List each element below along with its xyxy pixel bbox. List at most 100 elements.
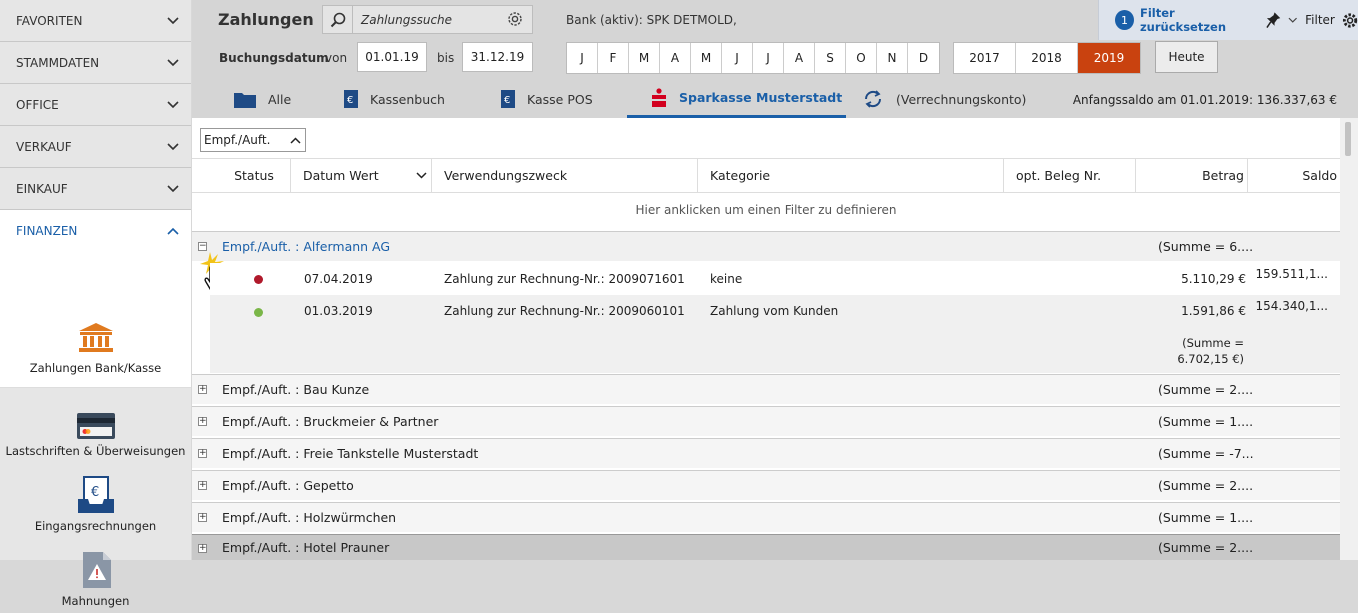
filter-count-badge: 1 [1115,10,1134,30]
month-button[interactable]: S [815,43,846,73]
chevron-down-icon [167,16,179,24]
year-button-2019[interactable]: 2019 [1078,43,1140,73]
expand-icon[interactable]: + [198,449,207,458]
date-filter-label: Buchungsdatum [219,51,329,65]
svg-text:€: € [347,95,353,106]
sidebar-tile-zahlungen[interactable]: Zahlungen Bank/Kasse [0,252,191,388]
group-name: Empf./Auft. : Freie Tankstelle Mustersta… [222,446,479,461]
payments-table: Empf./Auft. Status Datum Wert Verwendung… [192,118,1340,560]
expand-icon[interactable]: + [198,481,207,490]
month-selector: J F M A M J J A S O N D [566,42,940,74]
group-sum: (Summe = 2.... [1158,382,1254,397]
sidebar-section-office[interactable]: OFFICE [0,84,191,126]
date-to-input[interactable]: 31.12.19 [462,42,533,72]
filter-reset-link[interactable]: Filter zurücksetzen [1140,6,1258,34]
year-button-2017[interactable]: 2017 [954,43,1016,73]
month-button[interactable]: J [567,43,598,73]
group-sum: (Summe = 1.... [1158,510,1254,525]
date-from-label: von [325,51,348,65]
opening-balance: Anfangssaldo am 01.01.2019: 136.337,63 € [1072,93,1337,107]
date-to-label: bis [437,51,455,65]
month-button[interactable]: M [629,43,660,73]
tab-alle[interactable]: Alle [234,80,291,118]
chevron-down-icon [167,58,179,66]
group-row[interactable]: + Empf./Auft. : Bau Kunze (Summe = 2.... [192,374,1340,404]
search-settings-gear-icon[interactable] [506,10,524,28]
group-row[interactable]: + Empf./Auft. : Bruckmeier & Partner (Summ… [192,406,1340,436]
month-button[interactable]: A [784,43,815,73]
expand-icon[interactable]: + [198,385,207,394]
filter-hint-row[interactable]: Hier anklicken um einen Filter zu defini… [192,193,1340,227]
month-button[interactable]: O [846,43,877,73]
group-row[interactable]: + Empf./Auft. : Gepetto (Summe = 2.... [192,470,1340,500]
tab-verrechnungskonto[interactable]: (Verrechnungskonto) [862,80,1026,118]
filter-label[interactable]: Filter [1305,13,1335,27]
group-row[interactable]: + Empf./Auft. : Freie Tankstelle Musterst… [192,438,1340,468]
search-button[interactable] [323,6,353,33]
group-sum: (Summe = -7... [1158,446,1254,461]
row-date: 01.03.2019 [304,304,373,318]
column-header-beleg[interactable]: opt. Beleg Nr. [1004,159,1136,192]
sidebar-tile-mahnungen[interactable]: Mahnungen [0,538,191,613]
month-button[interactable]: F [598,43,629,73]
today-button[interactable]: Heute [1155,41,1218,73]
month-button[interactable]: J [753,43,784,73]
tab-label: Sparkasse Musterstadt [679,90,843,105]
chevron-up-icon [167,227,179,235]
status-dot-green [254,308,263,317]
month-button[interactable]: M [691,43,722,73]
date-from-input[interactable]: 01.01.19 [357,42,427,72]
column-header-status[interactable]: Status [192,159,291,192]
gear-icon[interactable] [1342,12,1358,29]
bank-icon [78,323,113,352]
group-row[interactable]: + Empf./Auft. : Holzwürmchen (Summe = 1...… [192,502,1340,532]
status-dot-red [254,275,263,284]
month-button[interactable]: J [722,43,753,73]
sidebar-section-verkauf[interactable]: VERKAUF [0,126,191,168]
sidebar-tile-eingangsrechnungen[interactable]: € Eingangsrechnungen [0,463,191,538]
expand-icon[interactable]: + [198,544,207,553]
group-row-selected[interactable]: + Empf./Auft. : Hotel Prauner (Summe = 2..… [192,534,1340,560]
tab-kasse-pos[interactable]: € Kasse POS [501,80,593,118]
group-footer-sum-line1: (Summe = [1182,336,1244,350]
search-input[interactable]: Zahlungssuche [353,13,452,27]
month-button[interactable]: N [877,43,908,73]
grouping-chip[interactable]: Empf./Auft. [200,128,306,152]
tab-kassenbuch[interactable]: € Kassenbuch [344,80,445,118]
chevron-up-icon[interactable] [290,136,301,144]
sidebar-section-label: FAVORITEN [16,13,83,28]
column-header-kategorie[interactable]: Kategorie [698,159,1004,192]
chevron-down-icon[interactable] [1288,17,1298,24]
expand-icon[interactable]: + [198,513,207,522]
sidebar-section-finanzen[interactable]: FINANZEN [0,210,191,252]
column-header-betrag[interactable]: Betrag [1136,159,1248,192]
search-field[interactable]: Zahlungssuche [322,5,533,34]
sidebar-section-label: STAMMDATEN [16,55,100,70]
scrollbar-thumb[interactable] [1345,122,1351,156]
month-button[interactable]: A [660,43,691,73]
pin-icon[interactable] [1266,11,1281,29]
column-header-saldo[interactable]: Saldo [1248,159,1340,192]
table-row[interactable]: 07.04.2019 Zahlung zur Rechnung-Nr.: 200… [210,263,1340,295]
row-category: Zahlung vom Kunden [710,304,839,318]
euro-book-icon: € [501,90,515,108]
year-button-2018[interactable]: 2018 [1016,43,1078,73]
sidebar-section-einkauf[interactable]: EINKAUF [0,168,191,210]
expand-icon[interactable]: + [198,417,207,426]
group-row-expanded[interactable]: − Empf./Auft. : Alfermann AG (Summe = 6.… [192,231,1340,261]
sidebar-section-favoriten[interactable]: FAVORITEN [0,0,191,42]
column-header-verwendungszweck[interactable]: Verwendungszweck [432,159,698,192]
toolbar: Zahlungen Zahlungssuche Bank (aktiv): SP… [192,0,1358,80]
filter-area: 1 Filter zurücksetzen Filter [1098,0,1358,40]
tab-sparkasse-musterstadt[interactable]: Sparkasse Musterstadt [627,80,847,118]
sidebar-tile-lastschriften[interactable]: Lastschriften & Überweisungen [0,388,191,463]
chevron-down-icon [416,172,427,179]
tile-label: Eingangsrechnungen [34,519,157,533]
grouping-label: Empf./Auft. [204,133,271,147]
table-row[interactable]: 01.03.2019 Zahlung zur Rechnung-Nr.: 200… [210,295,1340,327]
month-button[interactable]: D [908,43,939,73]
column-header-datum[interactable]: Datum Wert [291,159,432,192]
sidebar-section-stammdaten[interactable]: STAMMDATEN [0,42,191,84]
vertical-scrollbar[interactable] [1340,118,1358,560]
column-label: Datum Wert [303,168,379,183]
